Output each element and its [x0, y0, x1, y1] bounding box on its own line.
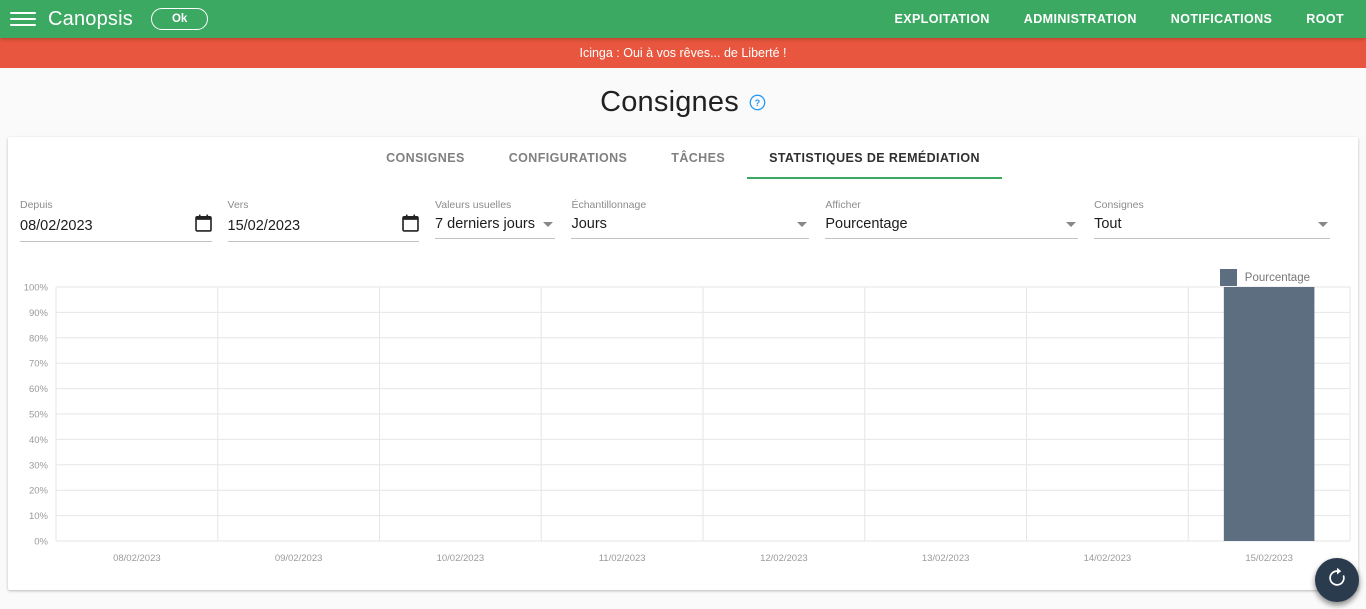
- filter-sampling-label: Échantillonnage: [571, 199, 647, 211]
- filter-from: Depuis 08/02/2023: [20, 199, 228, 242]
- tab-configurations[interactable]: CONFIGURATIONS: [487, 137, 650, 179]
- tab-bar: CONSIGNES CONFIGURATIONS TÂCHES STATISTI…: [8, 137, 1358, 179]
- app-bar: Canopsis Ok EXPLOITATION ADMINISTRATION …: [0, 0, 1366, 38]
- filter-from-control[interactable]: 08/02/2023: [20, 214, 212, 242]
- filter-scope-value: Tout: [1094, 216, 1122, 232]
- chevron-down-icon[interactable]: [797, 221, 808, 227]
- filter-usual-values-select[interactable]: 7 derniers jours: [435, 214, 556, 239]
- page-title: Consignes: [600, 86, 739, 118]
- y-axis-tick-label: 30%: [29, 460, 49, 471]
- help-circle-icon[interactable]: ?: [749, 94, 766, 111]
- calendar-icon[interactable]: [194, 214, 212, 237]
- tab-taches[interactable]: TÂCHES: [649, 137, 747, 179]
- filter-bar: Depuis 08/02/2023 Vers 15/02/2023 Valeur…: [8, 179, 1358, 242]
- svg-text:?: ?: [755, 98, 760, 108]
- calendar-icon[interactable]: [402, 214, 419, 237]
- filter-display-label: Afficher: [825, 199, 861, 211]
- x-axis-tick-label: 15/02/2023: [1245, 553, 1293, 564]
- tab-label: CONFIGURATIONS: [508, 151, 628, 165]
- nav-item-exploitation[interactable]: EXPLOITATION: [877, 0, 1006, 38]
- remediation-stats-card: CONSIGNES CONFIGURATIONS TÂCHES STATISTI…: [8, 137, 1358, 590]
- filter-sampling: Échantillonnage Jours: [571, 199, 825, 242]
- refresh-icon: [1326, 567, 1348, 594]
- chevron-down-icon[interactable]: [1318, 221, 1329, 227]
- legend-label-pourcentage: Pourcentage: [1244, 271, 1310, 284]
- nav-item-root[interactable]: ROOT: [1289, 0, 1366, 38]
- y-axis-tick-label: 10%: [29, 511, 49, 522]
- filter-usual-values-label: Valeurs usuelles: [435, 199, 512, 211]
- y-axis-tick-label: 90%: [29, 308, 49, 319]
- status-badge[interactable]: Ok: [150, 7, 209, 31]
- x-axis-tick-label: 11/02/2023: [599, 553, 646, 564]
- chevron-down-icon[interactable]: [543, 221, 554, 227]
- chart-canvas: 100% 90% 80% 70% 60% 50% 40% 30% 20% 10% 0% 08/02/2…: [24, 283, 1351, 564]
- alert-banner-text: Icinga : Oui à vos rêves... de Liberté !: [579, 46, 787, 60]
- x-axis-tick-label: 12/02/2023: [760, 553, 808, 564]
- tab-label: STATISTIQUES DE REMÉDIATION: [769, 151, 980, 165]
- filter-to-value: 15/02/2023: [227, 217, 301, 234]
- y-axis-tick-label: 50%: [29, 410, 49, 421]
- y-axis-tick-label: 70%: [29, 359, 49, 370]
- chart-bar[interactable]: [1223, 287, 1315, 541]
- filter-sampling-select[interactable]: Jours: [571, 214, 810, 239]
- tab-consignes[interactable]: CONSIGNES: [364, 137, 487, 179]
- filter-usual-values-value: 7 derniers jours: [435, 216, 535, 232]
- filter-to-label: Vers: [227, 199, 249, 211]
- tab-label: TÂCHES: [671, 151, 726, 165]
- x-axis-tick-label: 08/02/2023: [113, 553, 161, 564]
- x-axis-tick-label: 13/02/2023: [922, 553, 970, 564]
- filter-sampling-value: Jours: [571, 216, 607, 232]
- x-axis-tick-label: 10/02/2023: [437, 553, 485, 564]
- filter-scope-label: Consignes: [1094, 199, 1144, 211]
- filter-from-label: Depuis: [20, 199, 53, 211]
- hamburger-icon[interactable]: [10, 9, 36, 29]
- filter-scope: Consignes Tout: [1094, 199, 1346, 242]
- nav-item-notifications[interactable]: NOTIFICATIONS: [1154, 0, 1290, 38]
- filter-from-value: 08/02/2023: [20, 217, 93, 234]
- tab-label: CONSIGNES: [386, 151, 465, 165]
- y-axis-tick-label: 60%: [29, 384, 49, 395]
- filter-display-select[interactable]: Pourcentage: [825, 214, 1079, 239]
- filter-scope-select[interactable]: Tout: [1094, 214, 1331, 239]
- filter-display: Afficher Pourcentage: [825, 199, 1094, 242]
- refresh-fab-button[interactable]: [1315, 558, 1359, 602]
- tab-statistiques-de-remediation[interactable]: STATISTIQUES DE REMÉDIATION: [747, 137, 1002, 179]
- brand-title[interactable]: Canopsis: [48, 8, 133, 31]
- y-axis-tick-label: 40%: [29, 435, 49, 446]
- y-axis-tick-label: 80%: [29, 333, 49, 344]
- filter-to: Vers 15/02/2023: [227, 199, 436, 242]
- x-axis-tick-label: 09/02/2023: [275, 553, 323, 564]
- remediation-bar-chart[interactable]: 100% 90% 80% 70% 60% 50% 40% 30% 20% 10% 0% 08/02/2…: [8, 283, 1358, 583]
- x-axis-tick-label: 14/02/2023: [1084, 553, 1132, 564]
- y-axis-tick-label: 20%: [29, 486, 49, 497]
- chevron-down-icon[interactable]: [1066, 221, 1077, 227]
- y-axis-tick-label: 100%: [24, 283, 49, 294]
- alert-banner: Icinga : Oui à vos rêves... de Liberté !: [0, 38, 1366, 68]
- page-header: Consignes ?: [0, 68, 1366, 137]
- nav-item-administration[interactable]: ADMINISTRATION: [1007, 0, 1154, 38]
- y-axis-tick-label: 0%: [34, 537, 48, 548]
- filter-to-control[interactable]: 15/02/2023: [227, 214, 420, 242]
- filter-usual-values: Valeurs usuelles 7 derniers jours: [435, 199, 571, 242]
- filter-display-value: Pourcentage: [825, 216, 908, 232]
